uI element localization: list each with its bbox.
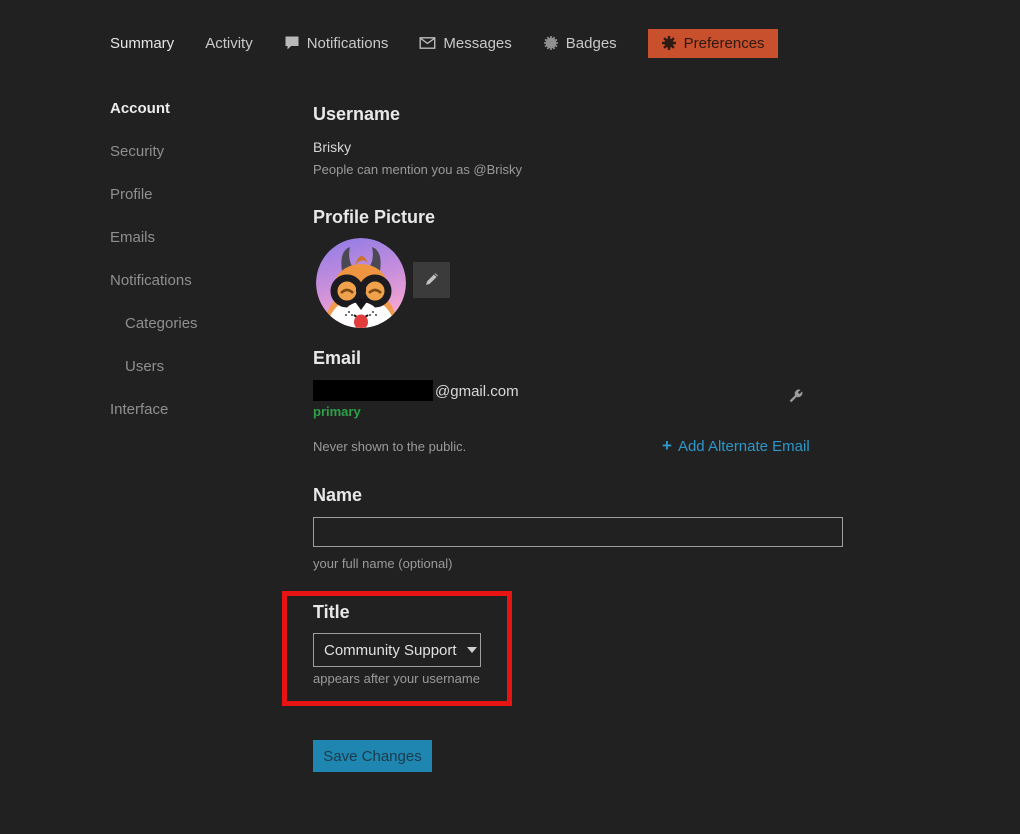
email-heading: Email bbox=[313, 348, 361, 369]
email-hint: Never shown to the public. bbox=[313, 439, 466, 454]
envelope-icon bbox=[419, 35, 436, 51]
full-name-input[interactable] bbox=[313, 517, 843, 547]
tab-preferences-label: Preferences bbox=[684, 35, 765, 52]
sidebar-item-notifications[interactable]: Notifications bbox=[110, 272, 280, 288]
preferences-page: Summary Activity Notifications Messages bbox=[0, 0, 1020, 834]
speech-bubble-icon bbox=[284, 35, 300, 51]
username-heading: Username bbox=[313, 104, 400, 125]
sidebar-item-account[interactable]: Account bbox=[110, 100, 280, 116]
sidebar-item-emails[interactable]: Emails bbox=[110, 229, 280, 245]
profile-picture-heading: Profile Picture bbox=[313, 207, 435, 228]
tab-badges[interactable]: Badges bbox=[543, 35, 617, 52]
pencil-icon bbox=[424, 271, 440, 290]
user-nav: Summary Activity Notifications Messages bbox=[110, 26, 778, 60]
sidebar-item-users[interactable]: Users bbox=[110, 358, 280, 374]
title-selected-option: Community Support bbox=[324, 642, 457, 659]
add-alternate-email-link[interactable]: + Add Alternate Email bbox=[662, 436, 810, 456]
tab-activity[interactable]: Activity bbox=[205, 35, 253, 52]
tab-summary[interactable]: Summary bbox=[110, 35, 174, 52]
tab-messages-label: Messages bbox=[443, 35, 511, 52]
sidebar-item-interface[interactable]: Interface bbox=[110, 401, 280, 417]
save-changes-button[interactable]: Save Changes bbox=[313, 740, 432, 772]
sidebar-item-categories[interactable]: Categories bbox=[110, 315, 280, 331]
tab-notifications-label: Notifications bbox=[307, 35, 389, 52]
username-hint: People can mention you as @Brisky bbox=[313, 162, 522, 177]
email-address: @gmail.com bbox=[435, 383, 519, 400]
add-alternate-email-label: Add Alternate Email bbox=[678, 438, 810, 455]
sidebar-item-profile[interactable]: Profile bbox=[110, 186, 280, 202]
title-hint: appears after your username bbox=[313, 671, 480, 686]
avatar[interactable] bbox=[316, 238, 406, 328]
preferences-sidebar: Account Security Profile Emails Notifica… bbox=[110, 100, 280, 444]
tab-preferences[interactable]: Preferences bbox=[648, 29, 778, 58]
tab-messages[interactable]: Messages bbox=[419, 35, 511, 52]
email-settings-button[interactable] bbox=[786, 388, 804, 406]
edit-avatar-button[interactable] bbox=[413, 262, 450, 298]
sidebar-item-security[interactable]: Security bbox=[110, 143, 280, 159]
email-redaction-box bbox=[313, 380, 433, 401]
plus-icon: + bbox=[662, 436, 672, 456]
badge-icon bbox=[543, 35, 559, 51]
gear-icon bbox=[661, 35, 677, 51]
username-value: Brisky bbox=[313, 139, 351, 155]
primary-email-badge: primary bbox=[313, 404, 361, 419]
name-hint: your full name (optional) bbox=[313, 556, 452, 571]
title-select[interactable]: Community Support bbox=[313, 633, 481, 667]
name-heading: Name bbox=[313, 485, 362, 506]
tab-activity-label: Activity bbox=[205, 35, 253, 52]
title-heading: Title bbox=[313, 602, 350, 623]
tab-summary-label: Summary bbox=[110, 35, 174, 52]
tab-notifications[interactable]: Notifications bbox=[284, 35, 389, 52]
caret-down-icon bbox=[467, 647, 477, 653]
tab-badges-label: Badges bbox=[566, 35, 617, 52]
wrench-icon bbox=[787, 393, 804, 408]
